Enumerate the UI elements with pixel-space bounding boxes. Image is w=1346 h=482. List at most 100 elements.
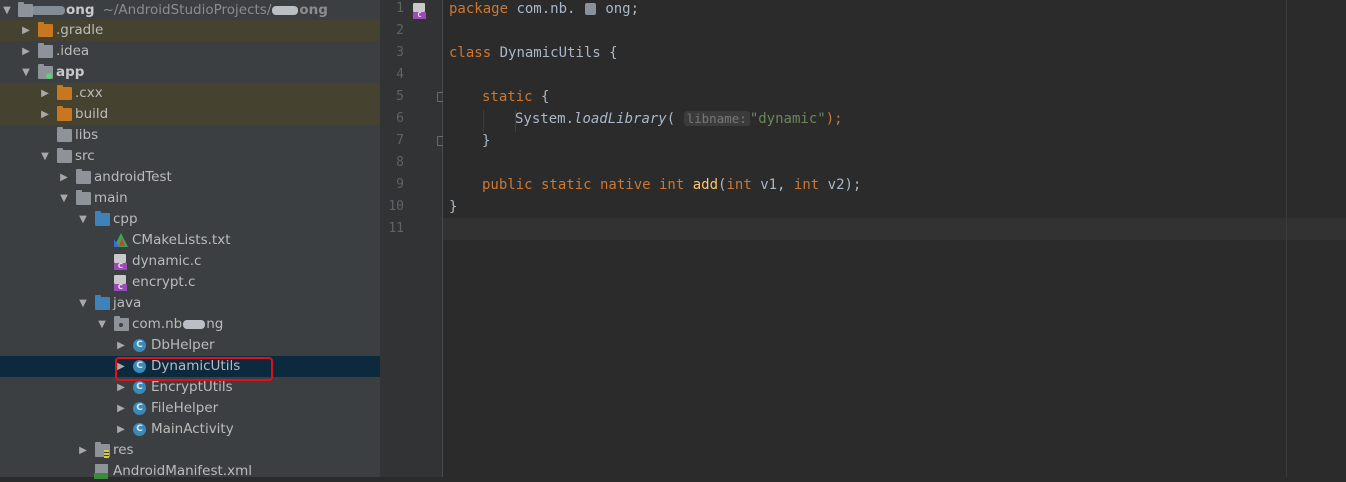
tree-item-label: libs — [75, 127, 99, 143]
tree-item-libs[interactable]: libs — [0, 125, 380, 146]
tree-item-label: .gradle — [56, 22, 104, 38]
source-folder-icon — [95, 211, 110, 226]
line-number: 3 — [396, 45, 404, 60]
tree-item-idea[interactable]: ▶ .idea — [0, 41, 380, 62]
tree-item-label: app — [56, 64, 85, 80]
tree-item-label: androidTest — [94, 169, 172, 185]
tree-item-app[interactable]: ▼ app — [0, 62, 380, 83]
folder-icon — [76, 169, 91, 184]
tree-item-main[interactable]: ▼ main — [0, 188, 380, 209]
tree-item-filehelper[interactable]: ▶ C FileHelper — [0, 398, 380, 419]
editor-gutter: 1 2 3 4 5 6 7 8 9 10 11 C — [380, 0, 446, 477]
tree-item-label: build — [75, 106, 109, 122]
code-line-9[interactable]: public static native int add(int v1, int… — [482, 174, 861, 196]
tree-item-cxx[interactable]: ▶ .cxx — [0, 83, 380, 104]
tree-item-gradle[interactable]: ▶ .gradle — [0, 20, 380, 41]
chevron-right-icon[interactable]: ▶ — [116, 398, 126, 419]
line-number: 2 — [396, 23, 404, 38]
line-number: 6 — [396, 111, 404, 126]
tree-item-label: src — [75, 148, 95, 164]
folder-icon — [76, 190, 91, 205]
c-file-icon: C — [114, 275, 127, 291]
folder-icon — [57, 85, 72, 100]
java-class-icon: C — [133, 360, 146, 373]
folder-icon — [57, 106, 72, 121]
project-name: ong ~/AndroidStudioProjects/ong — [30, 0, 328, 21]
redacted-blur — [183, 319, 206, 329]
redacted-blur — [272, 5, 299, 15]
tree-item-com-nb[interactable]: ▼ com.nb ng — [0, 314, 380, 335]
chevron-right-icon[interactable]: ▶ — [116, 335, 126, 356]
tree-item-cpp[interactable]: ▼ cpp — [0, 209, 380, 230]
chevron-right-icon[interactable]: ▶ — [40, 104, 50, 125]
chevron-right-icon[interactable]: ▶ — [59, 167, 69, 188]
code-line-1[interactable]: package com.nb. ong; — [449, 0, 639, 20]
tree-item-label: com.nb ng — [132, 316, 224, 332]
resource-folder-icon — [95, 442, 110, 458]
chevron-right-icon[interactable]: ▶ — [21, 20, 31, 41]
tree-item-label: res — [113, 442, 134, 458]
line-number: 10 — [388, 199, 404, 214]
line-number: 7 — [396, 133, 404, 148]
code-line-3[interactable]: class DynamicUtils { — [449, 42, 618, 64]
tree-item-label: DynamicUtils — [151, 358, 241, 374]
native-c-link-icon[interactable]: C — [413, 3, 426, 19]
tree-item-androidtest[interactable]: ▶ androidTest — [0, 167, 380, 188]
folder-icon — [57, 148, 72, 163]
folder-icon — [57, 127, 72, 142]
java-class-icon: C — [133, 381, 146, 394]
java-class-icon: C — [133, 402, 146, 415]
package-icon — [114, 316, 129, 331]
chevron-right-icon[interactable]: ▶ — [21, 41, 31, 62]
chevron-down-icon[interactable]: ▼ — [2, 0, 12, 21]
tree-item-dbhelper[interactable]: ▶ C DbHelper — [0, 335, 380, 356]
parameter-hint: libname: — [683, 111, 750, 126]
redacted-blur — [31, 5, 65, 15]
code-line-10[interactable]: } — [449, 196, 457, 218]
current-line-highlight — [443, 218, 1346, 240]
chevron-right-icon[interactable]: ▶ — [40, 83, 50, 104]
folder-icon — [38, 22, 53, 37]
code-line-7[interactable]: } — [482, 130, 490, 152]
tree-item-label: MainActivity — [151, 421, 234, 437]
java-class-icon: C — [133, 423, 146, 436]
line-number: 8 — [396, 155, 404, 170]
indent-guide — [483, 110, 484, 132]
line-number: 5 — [396, 89, 404, 104]
tree-item-dynamic-c[interactable]: Cdynamic.c — [0, 251, 380, 272]
tree-item-mainactivity[interactable]: ▶ C MainActivity — [0, 419, 380, 440]
code-editor[interactable]: package com.nb. ong; class DynamicUtils … — [443, 0, 1346, 477]
tree-item-encrypt-c[interactable]: Cencrypt.c — [0, 272, 380, 293]
tree-item-label: DbHelper — [151, 337, 215, 353]
tree-item-dynamicutils[interactable]: ▶ C DynamicUtils — [0, 356, 380, 377]
chevron-right-icon[interactable]: ▶ — [116, 356, 126, 377]
project-tree-panel[interactable]: ▼ ong ~/AndroidStudioProjects/ong ▶ .gradl… — [0, 0, 380, 479]
source-folder-icon — [95, 295, 110, 310]
line-number: 4 — [396, 67, 404, 82]
tree-item-cmakelists-txt[interactable]: CMakeLists.txt — [0, 230, 380, 251]
chevron-right-icon[interactable]: ▶ — [116, 377, 126, 398]
tree-item-build[interactable]: ▶ build — [0, 104, 380, 125]
chevron-down-icon[interactable]: ▼ — [59, 188, 69, 209]
chevron-down-icon[interactable]: ▼ — [21, 62, 31, 83]
tree-item-src[interactable]: ▼ src — [0, 146, 380, 167]
code-line-6[interactable]: System.loadLibrary( libname: "dynamic"); — [515, 108, 843, 130]
code-line-5[interactable]: static { — [482, 86, 549, 108]
tree-item-label: .idea — [56, 43, 90, 59]
tree-item-res[interactable]: ▶ res — [0, 440, 380, 461]
folder-icon — [38, 43, 53, 58]
tree-row-project-root[interactable]: ▼ ong ~/AndroidStudioProjects/ong — [0, 0, 380, 21]
manifest-xml-icon — [94, 464, 108, 479]
chevron-down-icon[interactable]: ▼ — [78, 293, 88, 314]
tree-item-androidmanifest-xml[interactable]: AndroidManifest.xml — [0, 461, 380, 482]
tree-item-label: encrypt.c — [132, 274, 196, 290]
tree-item-label: FileHelper — [151, 400, 219, 416]
tree-item-label: AndroidManifest.xml — [113, 463, 252, 479]
tree-item-encryptutils[interactable]: ▶ C EncryptUtils — [0, 377, 380, 398]
chevron-down-icon[interactable]: ▼ — [40, 146, 50, 167]
chevron-down-icon[interactable]: ▼ — [97, 314, 107, 335]
chevron-down-icon[interactable]: ▼ — [78, 209, 88, 230]
tree-item-java[interactable]: ▼ java — [0, 293, 380, 314]
chevron-right-icon[interactable]: ▶ — [116, 419, 126, 440]
chevron-right-icon[interactable]: ▶ — [78, 440, 88, 461]
